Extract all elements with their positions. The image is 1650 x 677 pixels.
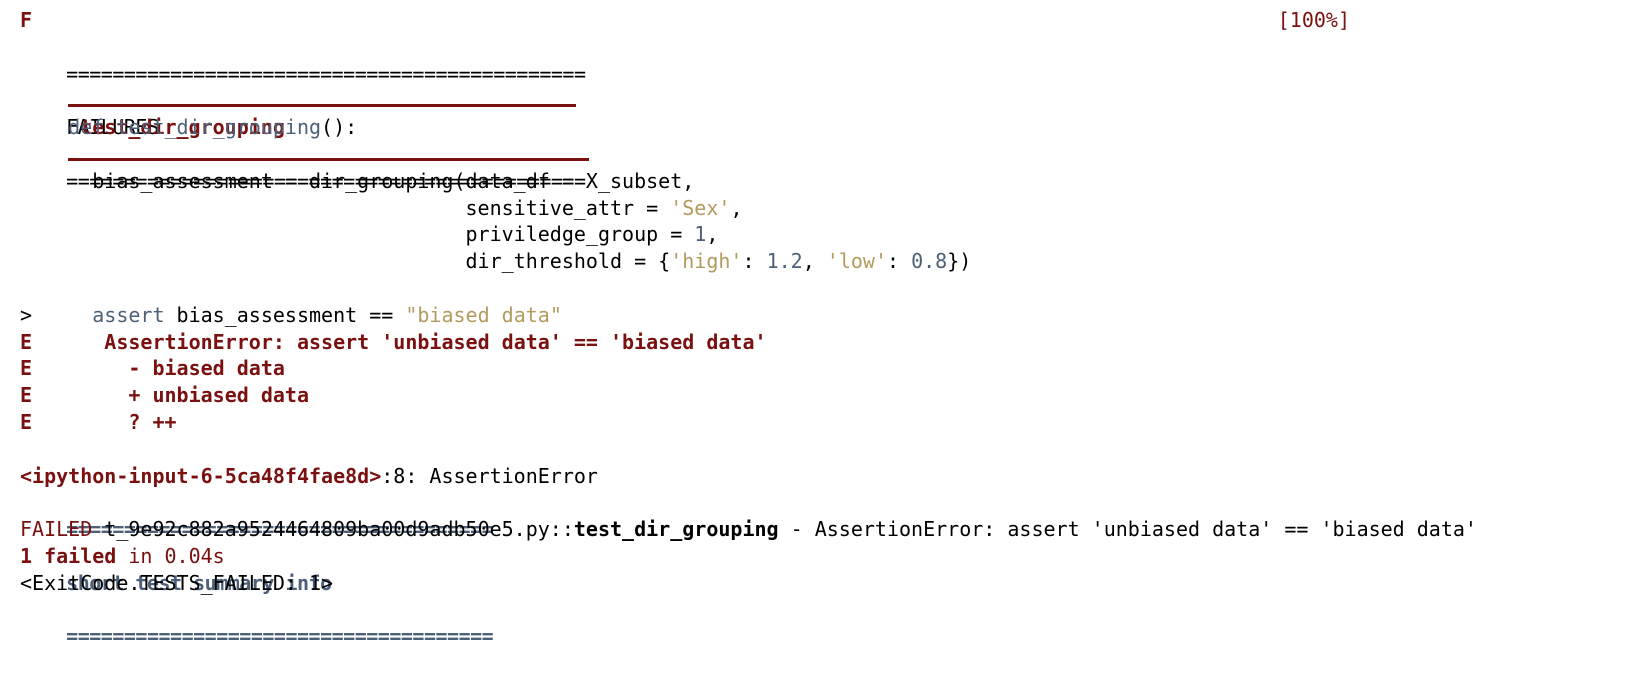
function-signature: ():: [321, 115, 358, 140]
failed-count: 1 failed: [20, 543, 117, 568]
failure-message: - AssertionError: assert 'unbiased data'…: [778, 517, 1477, 542]
error-text: - biased data: [32, 356, 285, 381]
code-def-line: def test_dir_grouping():: [20, 114, 1645, 141]
summary-line: FAILED t_9e92c882a9524464809ba00d9adb50e…: [20, 516, 1645, 543]
failures-header: ========================================…: [20, 34, 1645, 193]
string-literal: 'low': [826, 249, 887, 274]
code-text: priviledge_group =: [20, 222, 695, 247]
assert-keyword: assert: [92, 302, 165, 327]
test-path: t_9e92c882a9524464809ba00d9adb50e5.py::: [92, 517, 574, 542]
code-text: }): [947, 249, 972, 274]
error-location-detail: :8: AssertionError: [381, 463, 598, 488]
test-header-right-rule: [68, 157, 590, 161]
error-text: AssertionError: assert 'unbiased data' =…: [32, 329, 767, 354]
error-location-file: <ipython-input-6-5ca48f4fae8d>: [20, 463, 382, 488]
test-header-left-rule: [68, 104, 577, 108]
result-line: 1 failed in 0.04s: [20, 543, 1645, 570]
assert-marker: >: [20, 302, 33, 327]
summary-header: ===================================== sh…: [20, 489, 1645, 648]
error-text: + unbiased data: [32, 383, 309, 408]
error-marker: E: [20, 409, 33, 434]
error-line: E + unbiased data: [20, 382, 1645, 409]
error-marker: E: [20, 329, 33, 354]
def-keyword: def: [68, 115, 105, 140]
code-line-1: bias_assessment = dir_grouping(data_df =…: [20, 168, 695, 193]
exit-code: <ExitCode.TESTS_FAILED: 1>: [20, 570, 334, 595]
test-name: test_dir_grouping: [573, 517, 779, 542]
progress-line: F [100%]: [20, 7, 1350, 34]
string-literal: 'high': [670, 249, 743, 274]
failed-label: FAILED: [20, 517, 93, 542]
error-line: E AssertionError: assert 'unbiased data'…: [20, 329, 1645, 356]
error-marker: E: [20, 383, 33, 408]
code-text: ,: [802, 249, 827, 274]
summary-right-rule: =====================================: [66, 624, 494, 649]
failures-left-rule: ========================================…: [66, 61, 586, 86]
error-text: ? ++: [32, 409, 177, 434]
code-text: dir_threshold = {: [20, 249, 671, 274]
progress-percent: [100%]: [1277, 8, 1350, 32]
code-line-2: sensitive_attr = 'Sex',: [20, 195, 1645, 222]
error-marker: E: [20, 356, 33, 381]
number-literal: 1.2: [766, 249, 803, 274]
run-duration: in 0.04s: [116, 543, 225, 568]
assert-expression: bias_assessment ==: [164, 302, 406, 327]
error-line: E ? ++: [20, 409, 1645, 436]
error-location: <ipython-input-6-5ca48f4fae8d>:8: Assert…: [20, 463, 1645, 490]
code-text: :: [887, 249, 912, 274]
number-literal: 1: [694, 222, 707, 247]
code-line-3: priviledge_group = 1,: [20, 221, 1645, 248]
pytest-output: F [100%] ===============================…: [20, 7, 1645, 648]
code-text: ,: [730, 195, 743, 220]
expected-string: "biased data": [405, 302, 562, 327]
number-literal: 0.8: [911, 249, 948, 274]
function-name: test_dir_grouping: [116, 115, 322, 140]
code-line-4: dir_threshold = {'high': 1.2, 'low': 0.8…: [20, 248, 1645, 275]
test-status-char: F: [20, 8, 33, 32]
assert-line: > assert bias_assessment == "biased data…: [20, 302, 1645, 329]
code-text: ,: [706, 222, 719, 247]
error-line: E - biased data: [20, 355, 1645, 382]
code-text: :: [742, 249, 767, 274]
string-literal: 'Sex': [670, 195, 731, 220]
code-text: sensitive_attr =: [20, 195, 671, 220]
